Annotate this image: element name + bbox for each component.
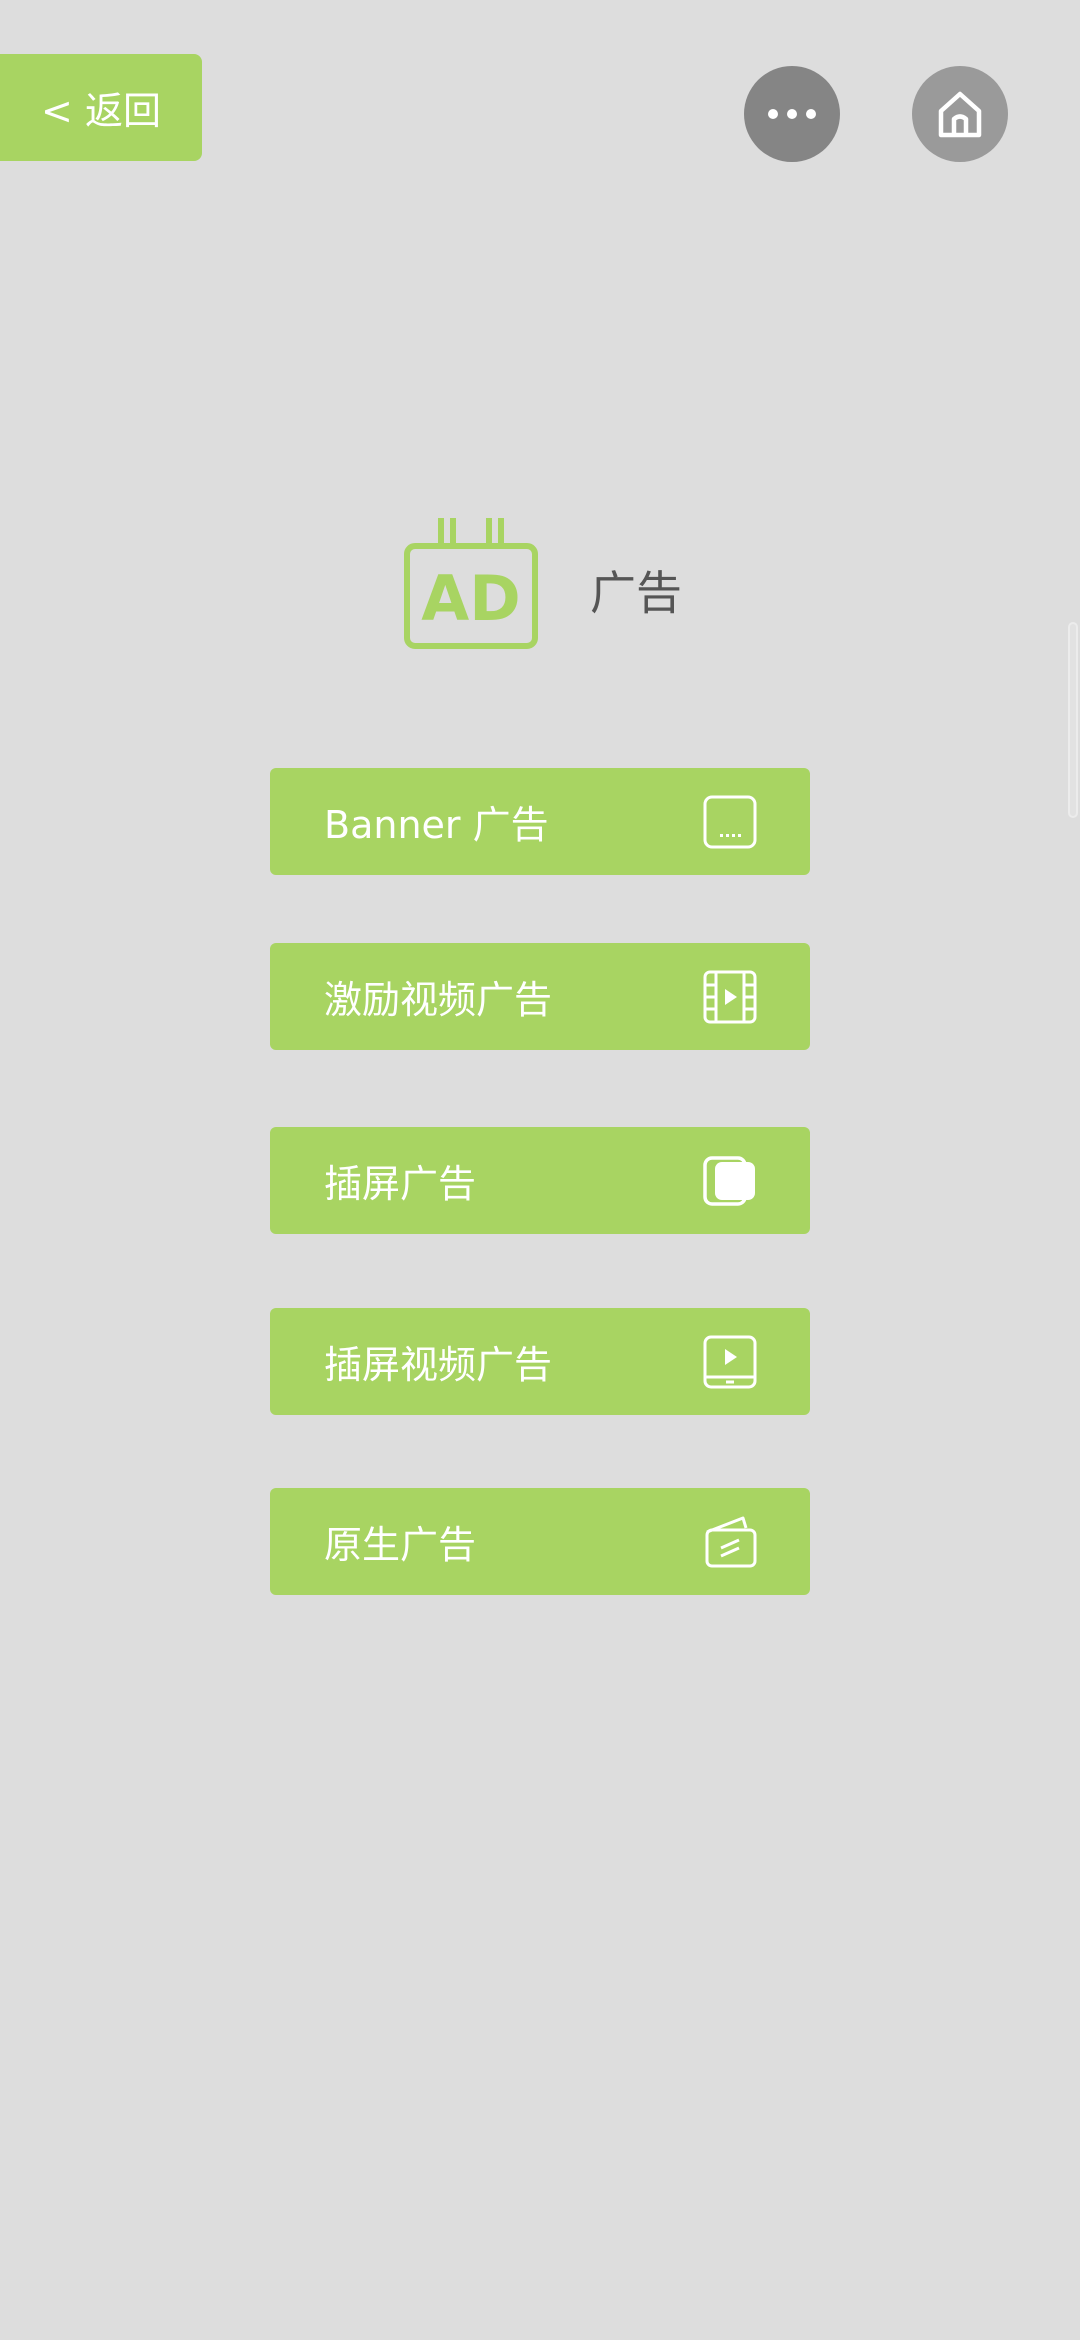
ad-logo-icon: AD (404, 518, 538, 649)
film-strip-icon (703, 970, 757, 1023)
interstitial-screens-icon (703, 1155, 755, 1206)
back-button[interactable]: < 返回 (0, 54, 202, 161)
screen: < 返回 AD 广告 Banner 广告 激励视频广告 插屏广告 插屏视频广告 … (0, 0, 1080, 2340)
interstitial-video-ad-button[interactable]: 插屏视频广告 (270, 1308, 810, 1415)
banner-ad-button[interactable]: Banner 广告 (270, 768, 810, 875)
banner-ad-icon (703, 795, 757, 848)
interstitial-ad-button[interactable]: 插屏广告 (270, 1127, 810, 1234)
more-button[interactable] (744, 66, 840, 162)
native-cards-icon (705, 1516, 757, 1567)
home-icon (938, 91, 982, 138)
menu-item-label: 插屏广告 (324, 1162, 477, 1206)
menu-item-label: Banner 广告 (324, 803, 549, 847)
page-title: 广告 (590, 566, 682, 620)
home-button[interactable] (912, 66, 1008, 162)
back-button-label: < 返回 (41, 89, 161, 133)
tablet-play-icon (703, 1335, 757, 1388)
menu-item-label: 插屏视频广告 (324, 1343, 553, 1387)
ad-logo-text: AD (421, 562, 520, 635)
scrollbar[interactable] (1068, 622, 1078, 818)
menu-item-label: 原生广告 (324, 1523, 477, 1567)
native-ad-button[interactable]: 原生广告 (270, 1488, 810, 1595)
page-header: AD 广告 (400, 512, 682, 654)
rewarded-video-ad-button[interactable]: 激励视频广告 (270, 943, 810, 1050)
menu-item-label: 激励视频广告 (324, 978, 553, 1022)
more-dots-icon (768, 109, 816, 119)
